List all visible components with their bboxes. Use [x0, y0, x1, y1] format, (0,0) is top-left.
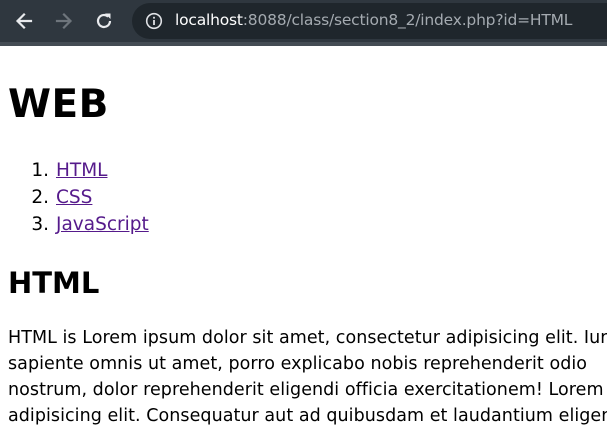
reload-icon — [96, 13, 112, 29]
list-item: 3. JavaScript — [8, 211, 149, 238]
html-link[interactable]: HTML — [56, 160, 107, 181]
body-line: sapiente omnis ut amet, porro explicabo … — [8, 354, 588, 374]
list-item: 2. CSS — [8, 184, 149, 211]
section-title: HTML — [8, 266, 100, 300]
url-host: localhost — [175, 11, 243, 29]
javascript-link[interactable]: JavaScript — [56, 214, 149, 235]
toolbar-divider — [0, 42, 607, 46]
back-button[interactable] — [9, 6, 39, 36]
list-item: 1. HTML — [8, 157, 149, 184]
reload-button[interactable] — [89, 6, 119, 36]
url-text[interactable]: localhost:8088/class/section8_2/index.ph… — [175, 11, 572, 29]
body-line: nostrum, dolor reprehenderit eligendi of… — [8, 380, 604, 400]
topic-list: 1. HTML 2. CSS 3. JavaScript — [8, 157, 149, 238]
css-link[interactable]: CSS — [56, 187, 92, 208]
forward-icon — [55, 12, 73, 30]
list-number: 1. — [31, 160, 49, 181]
list-number: 2. — [31, 187, 49, 208]
browser-toolbar: localhost:8088/class/section8_2/index.ph… — [0, 0, 607, 42]
forward-button[interactable] — [49, 6, 79, 36]
page-title: WEB — [8, 82, 109, 127]
body-line: HTML is Lorem ipsum dolor sit amet, cons… — [8, 328, 607, 348]
body-line: adipisicing elit. Consequatur aut ad qui… — [8, 406, 607, 426]
address-bar[interactable]: localhost:8088/class/section8_2/index.ph… — [132, 3, 607, 39]
list-number: 3. — [31, 214, 49, 235]
back-icon — [15, 12, 33, 30]
url-path: :8088/class/section8_2/index.php?id=HTML — [242, 11, 573, 29]
info-icon[interactable] — [145, 12, 163, 30]
body-text: HTML is Lorem ipsum dolor sit amet, cons… — [8, 325, 607, 429]
